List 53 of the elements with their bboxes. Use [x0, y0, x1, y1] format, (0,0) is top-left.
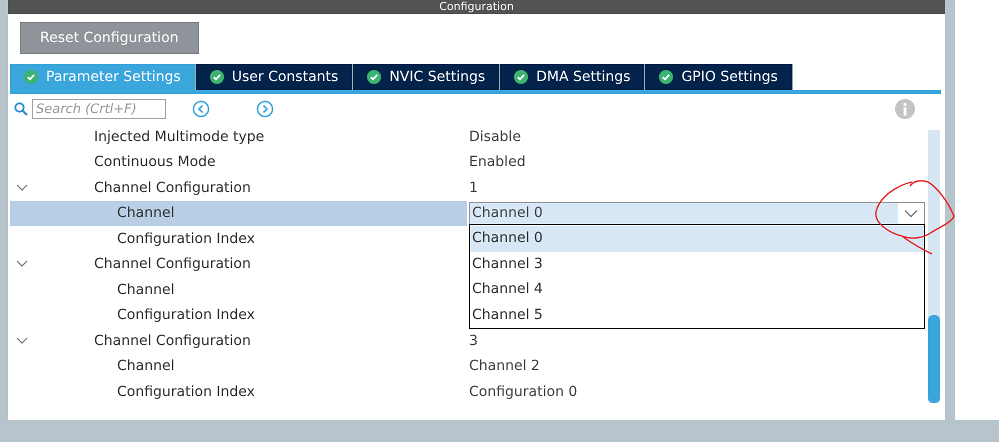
- info-icon[interactable]: [895, 99, 915, 119]
- check-circle-icon: [367, 70, 382, 84]
- dropdown-option[interactable]: Channel 0: [470, 226, 924, 252]
- tree-row[interactable]: Configuration Index: [10, 302, 467, 328]
- scrollbar-track[interactable]: [928, 130, 940, 403]
- parameter-name: Channel Configuration: [94, 180, 251, 196]
- tab[interactable]: User Constants: [196, 64, 354, 90]
- tree-row[interactable]: Channel: [10, 277, 467, 302]
- tree-row[interactable]: Channel: [10, 200, 467, 226]
- channel-dropdown[interactable]: Channel 0: [469, 202, 925, 225]
- chevron-icon[interactable]: [16, 260, 28, 268]
- parameter-name: Channel Configuration: [94, 256, 251, 272]
- scrollbar-thumb[interactable]: [928, 315, 940, 403]
- parameter-name: Channel: [116, 282, 174, 298]
- next-icon[interactable]: [256, 100, 274, 118]
- parameter-name: Injected Multimode type: [94, 128, 264, 145]
- parameter-value: Enabled: [469, 154, 526, 170]
- tree-row[interactable]: Continuous Mode: [10, 150, 467, 175]
- parameter-name: Configuration Index: [116, 307, 255, 324]
- tree-row[interactable]: Channel Configuration: [10, 252, 467, 277]
- tree-row[interactable]: Injected Multimode type: [10, 124, 467, 150]
- tree-row[interactable]: Channel: [10, 354, 467, 379]
- search-icon: [14, 102, 28, 116]
- parameter-name: Configuration Index: [116, 384, 255, 400]
- parameter-value: 3: [469, 332, 478, 349]
- parameter-value: Disable: [469, 128, 521, 145]
- tab[interactable]: NVIC Settings: [353, 64, 500, 90]
- dropdown-option[interactable]: Channel 4: [470, 277, 924, 302]
- previous-icon[interactable]: [192, 100, 210, 118]
- tree-row[interactable]: Channel Configuration: [10, 175, 467, 200]
- parameter-name: Channel: [116, 205, 174, 222]
- dropdown-option[interactable]: Channel 3: [470, 252, 924, 277]
- parameter-value: Channel 2: [469, 358, 540, 374]
- check-circle-icon: [24, 70, 38, 84]
- check-circle-icon: [210, 70, 224, 84]
- check-circle-icon: [514, 70, 528, 84]
- parameter-name: Channel Configuration: [94, 332, 251, 349]
- chevron-icon[interactable]: [16, 184, 28, 192]
- tree-row[interactable]: Channel Configuration: [10, 328, 467, 354]
- parameter-name: Channel: [116, 358, 174, 374]
- tree-row[interactable]: Configuration Index: [10, 379, 467, 404]
- check-circle-icon: [659, 70, 674, 84]
- parameter-name: Configuration Index: [116, 230, 255, 247]
- parameter-value: Configuration 0: [469, 384, 578, 400]
- tree-row[interactable]: Configuration Index: [10, 226, 467, 252]
- search-field[interactable]: Search (Crtl+F): [32, 99, 166, 119]
- window-title: Configuration: [439, 1, 514, 13]
- tab[interactable]: GPIO Settings: [645, 64, 793, 90]
- dropdown-option[interactable]: Channel 5: [470, 302, 924, 328]
- parameter-value: 1: [469, 180, 478, 196]
- parameter-name: Continuous Mode: [94, 154, 216, 170]
- tab[interactable]: DMA Settings: [500, 64, 646, 90]
- chevron-icon[interactable]: [16, 336, 28, 345]
